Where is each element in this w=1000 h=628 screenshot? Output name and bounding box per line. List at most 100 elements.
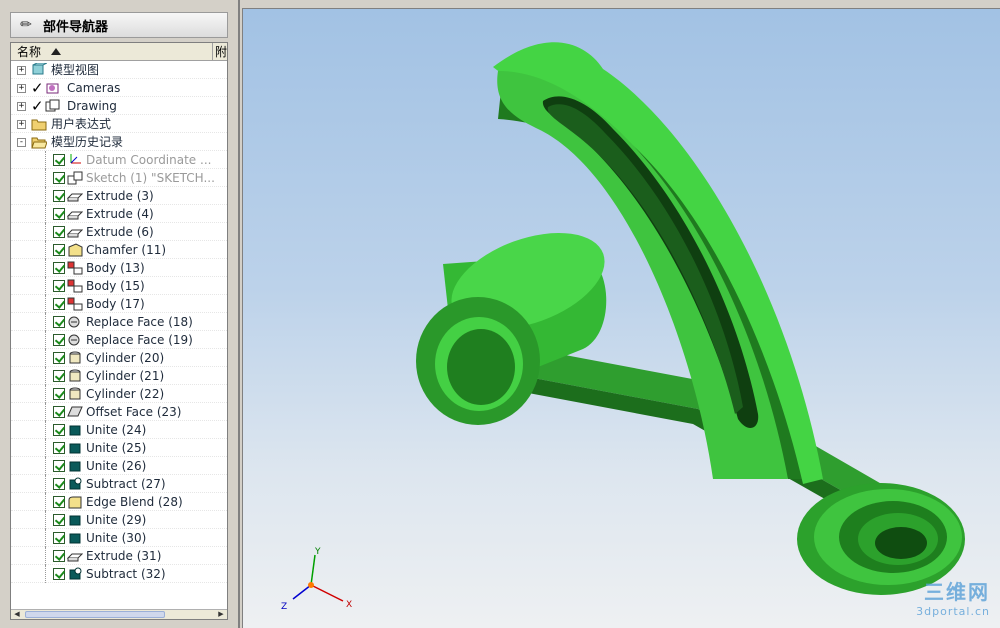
expand-icon[interactable]: +	[17, 102, 26, 111]
feature-checkbox[interactable]	[53, 244, 65, 256]
tree-node[interactable]: Extrude (4)	[11, 205, 227, 223]
tree-node[interactable]: Unite (29)	[11, 511, 227, 529]
tree-node[interactable]: Replace Face (18)	[11, 313, 227, 331]
feature-checkbox[interactable]	[53, 478, 65, 490]
watermark-url: 3dportal.cn	[916, 605, 990, 618]
tree-node[interactable]: Subtract (27)	[11, 475, 227, 493]
collapse-icon[interactable]: -	[17, 138, 26, 147]
feature-checkbox[interactable]	[53, 550, 65, 562]
feature-checkbox[interactable]	[53, 334, 65, 346]
horizontal-scrollbar[interactable]: ◀ ▶	[11, 609, 227, 619]
tree-node-label: Cameras	[67, 80, 121, 95]
feature-checkbox[interactable]	[53, 226, 65, 238]
tree-node-label: Unite (29)	[86, 512, 147, 527]
tree-node[interactable]: + ✓ Cameras	[11, 79, 227, 97]
feature-checkbox[interactable]	[53, 442, 65, 454]
feature-checkbox[interactable]	[53, 514, 65, 526]
tree-node[interactable]: Unite (30)	[11, 529, 227, 547]
feature-checkbox[interactable]	[53, 388, 65, 400]
tree-node[interactable]: Sketch (1) "SKETCH...	[11, 169, 227, 187]
offset-face-icon	[67, 405, 83, 419]
tree-connector	[45, 169, 46, 187]
tree-node[interactable]: - 模型历史记录	[11, 133, 227, 151]
tree-connector	[45, 367, 46, 385]
tree-node[interactable]: Cylinder (22)	[11, 385, 227, 403]
tree-node-label: Edge Blend (28)	[86, 494, 183, 509]
tree-connector	[45, 403, 46, 421]
feature-checkbox[interactable]	[53, 460, 65, 472]
tree-connector	[45, 223, 46, 241]
expand-icon[interactable]: +	[17, 120, 26, 129]
feature-checkbox[interactable]	[53, 424, 65, 436]
feature-checkbox[interactable]	[53, 172, 65, 184]
unite-icon	[67, 441, 83, 455]
feature-checkbox[interactable]	[53, 568, 65, 580]
expand-icon[interactable]: +	[17, 84, 26, 93]
tree-node[interactable]: + ✓ Drawing	[11, 97, 227, 115]
tree-node[interactable]: Unite (25)	[11, 439, 227, 457]
tree-connector	[45, 205, 46, 223]
tree-node[interactable]: Extrude (6)	[11, 223, 227, 241]
feature-checkbox[interactable]	[53, 298, 65, 310]
visibility-check-icon[interactable]: ✓	[31, 97, 44, 115]
feature-checkbox[interactable]	[53, 190, 65, 202]
tree-node[interactable]: + 模型视图	[11, 61, 227, 79]
tree-node[interactable]: Replace Face (19)	[11, 331, 227, 349]
scroll-left-icon[interactable]: ◀	[11, 610, 23, 619]
feature-checkbox[interactable]	[53, 406, 65, 418]
cylinder-icon	[67, 351, 83, 365]
tree-node[interactable]: Unite (24)	[11, 421, 227, 439]
tree-node[interactable]: Offset Face (23)	[11, 403, 227, 421]
tree-node[interactable]: Unite (26)	[11, 457, 227, 475]
tree-node[interactable]: Body (15)	[11, 277, 227, 295]
tree-node[interactable]: Chamfer (11)	[11, 241, 227, 259]
tree-node[interactable]: Datum Coordinate ...	[11, 151, 227, 169]
feature-checkbox[interactable]	[53, 262, 65, 274]
tree-connector	[45, 241, 46, 259]
pin-icon[interactable]: ✏	[17, 16, 35, 34]
tree-node[interactable]: Edge Blend (28)	[11, 493, 227, 511]
feature-checkbox[interactable]	[53, 496, 65, 508]
feature-checkbox[interactable]	[53, 208, 65, 220]
tree-node-label: Drawing	[67, 98, 117, 113]
tree-node[interactable]: Cylinder (20)	[11, 349, 227, 367]
feature-checkbox[interactable]	[53, 154, 65, 166]
feature-checkbox[interactable]	[53, 370, 65, 382]
column-extra-header[interactable]: 附	[213, 43, 227, 60]
tree-connector	[45, 295, 46, 313]
navigator-title: 部件导航器	[43, 19, 109, 35]
tree-connector	[45, 439, 46, 457]
tree-node[interactable]: Subtract (32)	[11, 565, 227, 583]
tree-node-label: Cylinder (21)	[86, 368, 165, 383]
feature-checkbox[interactable]	[53, 532, 65, 544]
watermark-logo: 三维网	[924, 580, 990, 604]
tree-connector	[45, 385, 46, 403]
tree-node[interactable]: Extrude (3)	[11, 187, 227, 205]
tree-node-label: Body (17)	[86, 296, 145, 311]
tree-node-label: Body (15)	[86, 278, 145, 293]
tree-node[interactable]: Body (17)	[11, 295, 227, 313]
feature-checkbox[interactable]	[53, 316, 65, 328]
feature-checkbox[interactable]	[53, 352, 65, 364]
body-icon	[67, 279, 83, 293]
navigator-tree[interactable]: 名称 附 + 模型视图 + ✓ Cameras + ✓ Drawing + 用户表达式 - 模型历史记…	[10, 42, 228, 620]
tree-node-label: Chamfer (11)	[86, 242, 167, 257]
sort-ascending-icon	[51, 48, 62, 55]
tree-node-label: Extrude (31)	[86, 548, 162, 563]
feature-checkbox[interactable]	[53, 280, 65, 292]
graphics-viewport[interactable]: Y X Z 三维网 3dportal.cn	[242, 8, 1000, 628]
expand-icon[interactable]: +	[17, 66, 26, 75]
visibility-check-icon[interactable]: ✓	[31, 79, 44, 97]
scroll-thumb[interactable]	[25, 611, 165, 618]
model-render: Y X Z	[281, 42, 965, 612]
tree-node[interactable]: Extrude (31)	[11, 547, 227, 565]
tree-connector	[45, 547, 46, 565]
tree-node-label: Cylinder (20)	[86, 350, 165, 365]
tree-node[interactable]: + 用户表达式	[11, 115, 227, 133]
tree-connector	[45, 151, 46, 169]
svg-text:Z: Z	[281, 602, 287, 612]
scroll-right-icon[interactable]: ▶	[215, 610, 227, 619]
tree-node[interactable]: Body (13)	[11, 259, 227, 277]
column-name-header[interactable]: 名称	[11, 43, 213, 60]
tree-node[interactable]: Cylinder (21)	[11, 367, 227, 385]
